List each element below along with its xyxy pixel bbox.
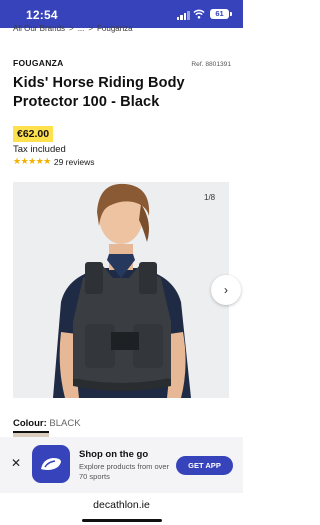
status-time: 12:54 bbox=[26, 8, 58, 22]
home-indicator bbox=[82, 519, 162, 522]
wifi-icon bbox=[193, 9, 205, 19]
star-rating-icon: ★★★★★ bbox=[13, 156, 51, 166]
product-title: Kids' Horse Riding Body Protector 100 - … bbox=[13, 75, 185, 110]
product-image[interactable] bbox=[13, 182, 229, 398]
price-badge: €62.00 bbox=[13, 126, 54, 142]
breadcrumb-item-more[interactable]: ... bbox=[78, 24, 85, 33]
breadcrumb: All Our Brands > ... > Fouganza bbox=[13, 24, 133, 33]
close-icon[interactable]: ✕ bbox=[11, 456, 21, 470]
signal-icon bbox=[177, 11, 190, 20]
breadcrumb-separator: > bbox=[88, 24, 94, 33]
brand-row: FOUGANZA Ref. 8801391 bbox=[13, 58, 231, 68]
breadcrumb-item-brand[interactable]: Fouganza bbox=[97, 24, 133, 33]
app-banner: ✕ Shop on the go Explore products from o… bbox=[0, 437, 243, 493]
tax-note: Tax included bbox=[13, 144, 66, 155]
colour-value: BLACK bbox=[49, 418, 81, 429]
next-image-button[interactable]: › bbox=[211, 275, 241, 305]
url-text[interactable]: decathlon.ie bbox=[0, 493, 243, 511]
get-app-button[interactable]: GET APP bbox=[176, 456, 233, 475]
image-counter: 1/8 bbox=[204, 193, 216, 202]
colour-row: Colour: BLACK bbox=[13, 418, 81, 429]
brand-name[interactable]: FOUGANZA bbox=[13, 58, 64, 68]
product-ref: Ref. 8801391 bbox=[191, 61, 231, 68]
banner-title: Shop on the go bbox=[79, 449, 149, 460]
colour-label: Colour: bbox=[13, 418, 47, 429]
decathlon-logo-icon bbox=[32, 445, 70, 483]
breadcrumb-item-all-brands[interactable]: All Our Brands bbox=[13, 24, 65, 33]
battery-icon: 61 bbox=[210, 9, 232, 19]
product-photo bbox=[13, 182, 229, 398]
rating-row[interactable]: ★★★★★ 29 reviews bbox=[13, 156, 94, 167]
breadcrumb-separator: > bbox=[69, 24, 74, 33]
banner-subtitle: Explore products from over 70 sports bbox=[79, 462, 170, 481]
chevron-right-icon: › bbox=[224, 283, 228, 297]
reviews-link[interactable]: 29 reviews bbox=[54, 157, 95, 167]
